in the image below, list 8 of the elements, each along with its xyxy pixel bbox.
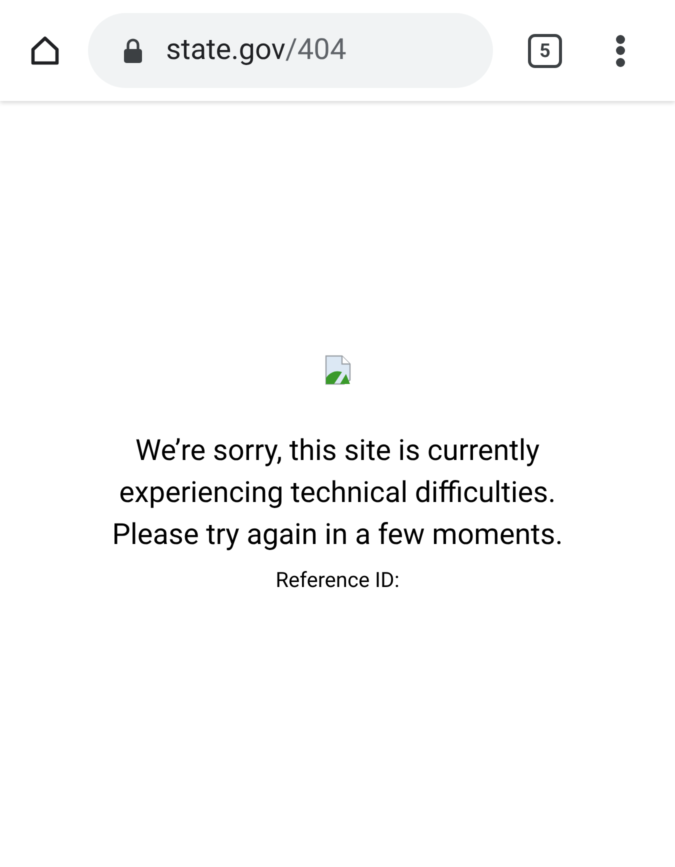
- error-message: We’re sorry, this site is currently experiencing technical difficulties. Please try again in a few moments.: [112, 433, 563, 554]
- lock-icon: [122, 38, 144, 64]
- address-bar[interactable]: state.gov/404: [88, 13, 493, 88]
- reference-id-label: Reference ID:: [276, 568, 400, 595]
- menu-icon[interactable]: [614, 34, 626, 68]
- url-domain: state.gov: [166, 32, 286, 67]
- url-path: /404: [285, 32, 346, 67]
- tab-count-button[interactable]: 5: [528, 34, 562, 68]
